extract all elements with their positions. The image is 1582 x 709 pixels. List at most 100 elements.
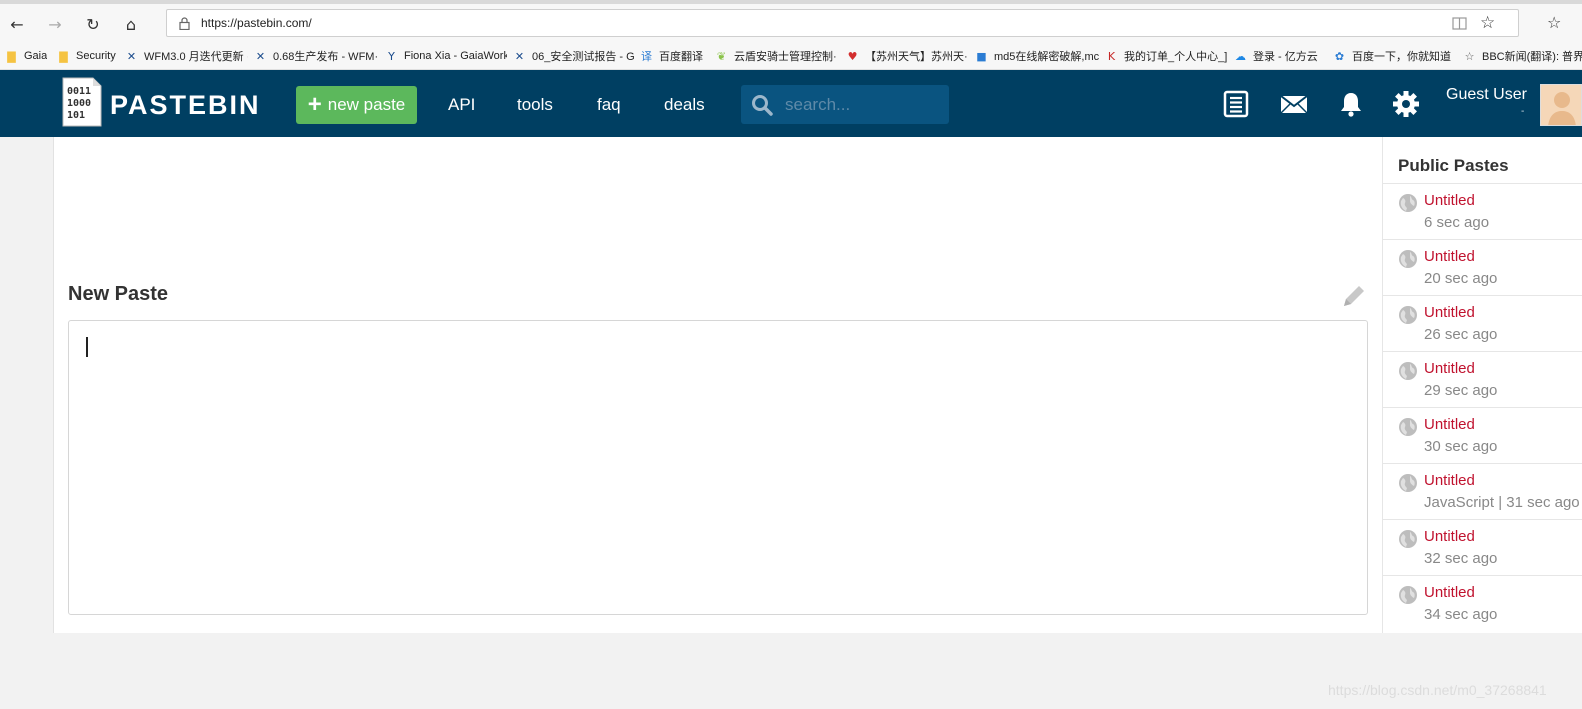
- globe-icon: [1399, 250, 1417, 268]
- svg-text:0011: 0011: [67, 86, 91, 97]
- globe-icon: [1399, 586, 1417, 604]
- paste-meta: 26 sec ago: [1424, 326, 1498, 343]
- public-pastes-list: Untitled 6 sec ago Untitled 20 sec ago Untit…: [1383, 183, 1582, 631]
- pencil-icon[interactable]: [1340, 282, 1368, 310]
- paste-title-link[interactable]: Untitled: [1424, 528, 1475, 545]
- new-paste-button[interactable]: + new paste: [296, 86, 417, 124]
- bookmark-item[interactable]: ✕ 0.68生产发布 - WFM·: [254, 48, 378, 64]
- bookmark-item[interactable]: ▇ Security: [57, 48, 116, 64]
- plus-icon: +: [307, 91, 322, 118]
- bookmark-label: Fiona Xia - GaiaWork: [404, 50, 507, 62]
- tools-icon: ✕: [514, 49, 525, 63]
- heart-icon: ♥: [847, 49, 858, 63]
- bookmark-label: Security: [76, 50, 116, 62]
- tools-icon: ✕: [255, 49, 266, 63]
- bookmark-label: md5在线解密破解,mc: [994, 51, 1099, 63]
- bookmark-item[interactable]: ☆ BBC新闻(翻译): 普界: [1463, 48, 1582, 64]
- bookmark-label: BBC新闻(翻译): 普界: [1482, 51, 1582, 63]
- k-icon: K: [1107, 49, 1116, 63]
- list-item[interactable]: Untitled 26 sec ago: [1383, 295, 1582, 351]
- paste-title-link[interactable]: Untitled: [1424, 472, 1475, 489]
- bookmark-item[interactable]: ☁ 登录 - 亿方云: [1234, 48, 1318, 64]
- nav-tools[interactable]: tools: [517, 95, 553, 115]
- paste-title-link[interactable]: Untitled: [1424, 360, 1475, 377]
- list-item[interactable]: Untitled 34 sec ago: [1383, 575, 1582, 631]
- bookmark-label: Gaia: [24, 50, 48, 62]
- bookmark-label: 百度一下，你就知道: [1352, 51, 1451, 63]
- bookmark-item[interactable]: ✿ 百度一下，你就知道: [1333, 48, 1451, 64]
- nav-deals[interactable]: deals: [664, 95, 705, 115]
- list-item[interactable]: Untitled JavaScript | 31 sec ago: [1383, 463, 1582, 519]
- watermark-text: https://blog.csdn.net/m0_37268841: [1328, 682, 1547, 698]
- translate-icon: 译: [641, 49, 652, 63]
- public-pastes-title: Public Pastes: [1398, 156, 1509, 175]
- globe-icon: [1399, 306, 1417, 324]
- search-icon: [752, 95, 773, 116]
- home-icon[interactable]: ⌂: [119, 12, 143, 36]
- bell-icon[interactable]: [1337, 90, 1365, 118]
- back-icon[interactable]: ←: [5, 12, 29, 36]
- bookmark-item[interactable]: 译百度翻译: [640, 48, 703, 64]
- paste-title-link[interactable]: Untitled: [1424, 416, 1475, 433]
- globe-icon: [1399, 530, 1417, 548]
- folder-icon: ▇: [59, 49, 68, 63]
- bookmark-item[interactable]: ♥ 【苏州天气】苏州天·: [846, 48, 968, 64]
- paste-meta: 20 sec ago: [1424, 270, 1498, 287]
- paw-icon: ✿: [1334, 49, 1345, 63]
- paste-title-link[interactable]: Untitled: [1424, 248, 1475, 265]
- forward-icon[interactable]: →: [43, 12, 67, 36]
- tools-icon: ✕: [126, 49, 137, 63]
- address-bar[interactable]: https://pastebin.com/ ☆: [166, 9, 1519, 37]
- favorite-star-icon[interactable]: ☆: [1480, 13, 1495, 33]
- bookmark-label: 0.68生产发布 - WFM·: [273, 51, 379, 63]
- refresh-icon[interactable]: ↻: [81, 12, 105, 36]
- favorites-list-icon[interactable]: ☆: [1547, 13, 1561, 32]
- bookmark-item[interactable]: ❦ 云盾安骑士管理控制·: [715, 48, 837, 64]
- text-cursor: [86, 337, 88, 357]
- reading-view-icon[interactable]: [1452, 17, 1467, 30]
- bookmarks-bar: ▇ Gaia ▇ Security ✕ WFM3.0 月迭代更新 · ✕ 0.68生产发布 -…: [0, 42, 1582, 70]
- user-avatar-icon: [1541, 85, 1581, 125]
- paste-meta: 6 sec ago: [1424, 214, 1490, 231]
- svg-text:101: 101: [67, 110, 85, 121]
- bookmark-item[interactable]: ▇ Gaia: [5, 48, 47, 64]
- bookmark-item[interactable]: K 我的订单_个人中心_]: [1105, 48, 1227, 64]
- bookmark-item[interactable]: ✕ 06_安全测试报告 - G·: [513, 48, 634, 64]
- new-paste-label: new paste: [327, 95, 406, 114]
- paste-meta: 30 sec ago: [1424, 438, 1498, 455]
- bookmark-item[interactable]: ✕ WFM3.0 月迭代更新 ·: [125, 48, 248, 64]
- main-content: New Paste: [54, 137, 1382, 633]
- paste-editor[interactable]: [68, 320, 1368, 615]
- list-item[interactable]: Untitled 29 sec ago: [1383, 351, 1582, 407]
- search-input[interactable]: search...: [741, 85, 949, 124]
- user-name[interactable]: Guest User: [1446, 86, 1527, 104]
- list-item[interactable]: Untitled 20 sec ago: [1383, 239, 1582, 295]
- svg-text:1000: 1000: [67, 98, 91, 109]
- paste-title-link[interactable]: Untitled: [1424, 584, 1475, 601]
- square-icon: ■: [976, 49, 987, 63]
- paste-meta: JavaScript | 31 sec ago: [1424, 494, 1580, 511]
- pastebin-logo-icon[interactable]: 0011 1000 101: [57, 76, 103, 128]
- globe-icon: [1399, 362, 1417, 380]
- paste-title-link[interactable]: Untitled: [1424, 304, 1475, 321]
- public-pastes-sidebar: Public Pastes Untitled 6 sec ago Untitled 2…: [1382, 137, 1582, 633]
- paste-title-link[interactable]: Untitled: [1424, 192, 1475, 209]
- globe-icon: [1399, 474, 1417, 492]
- site-logo-text[interactable]: PASTEBIN: [110, 90, 261, 121]
- list-item[interactable]: Untitled 32 sec ago: [1383, 519, 1582, 575]
- bookmark-item[interactable]: ■ md5在线解密破解,mc: [975, 48, 1099, 64]
- gear-icon[interactable]: [1392, 90, 1420, 118]
- bookmark-item[interactable]: Y Fiona Xia - GaiaWork: [385, 48, 507, 64]
- bookmark-label: 登录 - 亿方云: [1253, 51, 1318, 63]
- my-pastes-list-icon[interactable]: [1222, 90, 1250, 118]
- bookmark-label: WFM3.0 月迭代更新 ·: [144, 51, 248, 63]
- nav-faq[interactable]: faq: [597, 95, 621, 115]
- nav-api[interactable]: API: [448, 95, 475, 115]
- list-item[interactable]: Untitled 30 sec ago: [1383, 407, 1582, 463]
- bookmark-label: 百度翻译: [659, 51, 703, 63]
- site-header: 0011 1000 101 PASTEBIN + new paste API t…: [0, 70, 1582, 137]
- avatar[interactable]: [1540, 84, 1582, 126]
- list-item[interactable]: Untitled 6 sec ago: [1383, 183, 1582, 239]
- envelope-icon[interactable]: [1279, 90, 1309, 118]
- lock-icon: [179, 17, 190, 30]
